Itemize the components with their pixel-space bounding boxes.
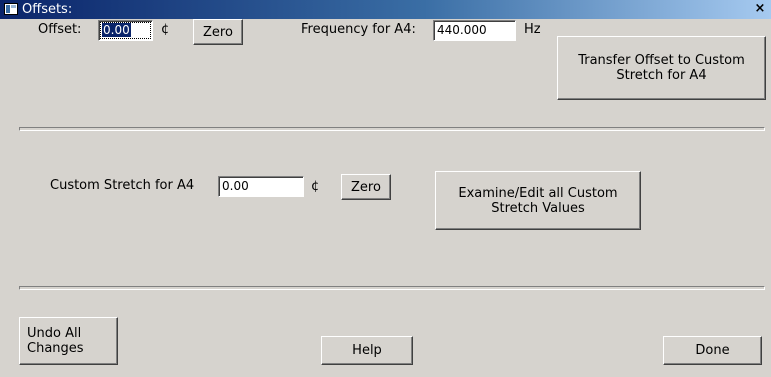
window-title: Offsets:: [22, 2, 73, 17]
custom-stretch-value: 0.00: [222, 179, 249, 193]
separator-1: [19, 127, 765, 131]
custom-stretch-zero-button-label: Zero: [351, 179, 381, 195]
done-button[interactable]: Done: [663, 336, 762, 365]
title-bar: Offsets: ×: [0, 0, 771, 19]
frequency-input[interactable]: 440.000: [433, 20, 516, 41]
examine-edit-button-line1: Examine/Edit all Custom: [458, 185, 618, 201]
undo-button-line2: Changes: [27, 341, 84, 356]
undo-all-changes-button[interactable]: Undo All Changes: [19, 317, 118, 365]
custom-stretch-label: Custom Stretch for A4: [50, 178, 195, 193]
offset-label: Offset:: [38, 22, 82, 37]
app-window-icon: [4, 3, 18, 15]
offset-input[interactable]: 0.00: [98, 20, 153, 41]
offset-unit-label: ¢: [161, 22, 170, 37]
custom-stretch-zero-button[interactable]: Zero: [341, 174, 391, 200]
transfer-offset-button[interactable]: Transfer Offset to Custom Stretch for A4: [557, 36, 766, 100]
close-icon[interactable]: ×: [752, 1, 768, 17]
offset-zero-button-label: Zero: [203, 24, 233, 40]
help-button-label: Help: [352, 343, 382, 358]
help-button[interactable]: Help: [321, 336, 413, 365]
undo-button-line1: Undo All: [27, 326, 82, 341]
frequency-value: 440.000: [437, 23, 487, 37]
examine-edit-button-line2: Stretch Values: [491, 200, 585, 216]
offset-value: 0.00: [102, 23, 131, 37]
separator-2: [19, 286, 765, 290]
examine-edit-button[interactable]: Examine/Edit all Custom Stretch Values: [435, 171, 641, 230]
done-button-label: Done: [695, 343, 730, 358]
transfer-offset-button-line2: Stretch for A4: [616, 68, 707, 83]
custom-stretch-input[interactable]: 0.00: [218, 176, 304, 197]
frequency-unit-label: Hz: [524, 22, 541, 37]
transfer-offset-button-line1: Transfer Offset to Custom: [578, 53, 745, 68]
frequency-label: Frequency for A4:: [301, 22, 416, 37]
offset-zero-button[interactable]: Zero: [193, 19, 243, 45]
custom-stretch-unit-label: ¢: [311, 179, 320, 194]
